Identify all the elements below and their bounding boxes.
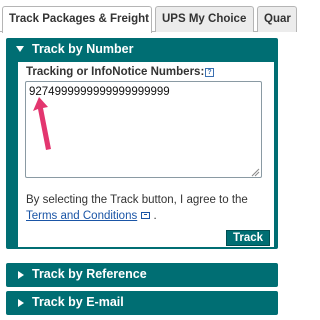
- caret-right-icon: [18, 299, 24, 307]
- track-by-number-body: Tracking or InfoNotice Numbers: ? By sel…: [18, 62, 274, 247]
- tracking-numbers-label: Tracking or InfoNotice Numbers:: [26, 66, 205, 78]
- track-by-email-section[interactable]: Track by E-mail: [6, 291, 278, 315]
- tab-ups-my-choice[interactable]: UPS My Choice: [155, 6, 254, 32]
- caret-right-icon: [18, 271, 24, 279]
- track-by-reference-title: Track by Reference: [32, 267, 147, 281]
- tab-quantum-view[interactable]: Quar: [257, 6, 297, 32]
- tab-track-packages[interactable]: Track Packages & Freight: [2, 6, 152, 33]
- external-window-icon[interactable]: [141, 212, 151, 220]
- help-icon[interactable]: ?: [205, 68, 214, 77]
- tracking-numbers-input[interactable]: [25, 81, 262, 178]
- resize-grip-icon[interactable]: [251, 168, 260, 177]
- track-by-number-header[interactable]: Track by Number: [6, 38, 278, 62]
- tab-bar: Track Packages & Freight UPS My Choice Q…: [0, 0, 297, 33]
- track-by-number-title: Track by Number: [32, 42, 134, 56]
- terms-agreement-text: By selecting the Track button, I agree t…: [26, 194, 248, 206]
- track-by-reference-section[interactable]: Track by Reference: [6, 263, 278, 287]
- terms-and-conditions-link[interactable]: Terms and Conditions: [26, 210, 137, 222]
- track-button[interactable]: Track: [226, 230, 270, 246]
- terms-line: Terms and Conditions .: [26, 208, 157, 224]
- track-by-email-title: Track by E-mail: [32, 295, 124, 309]
- caret-down-icon: [16, 46, 24, 52]
- terms-period: .: [153, 210, 157, 222]
- arrow-pointer-icon: [33, 97, 51, 150]
- track-by-number-panel: Track by Number Tracking or InfoNotice N…: [6, 38, 278, 249]
